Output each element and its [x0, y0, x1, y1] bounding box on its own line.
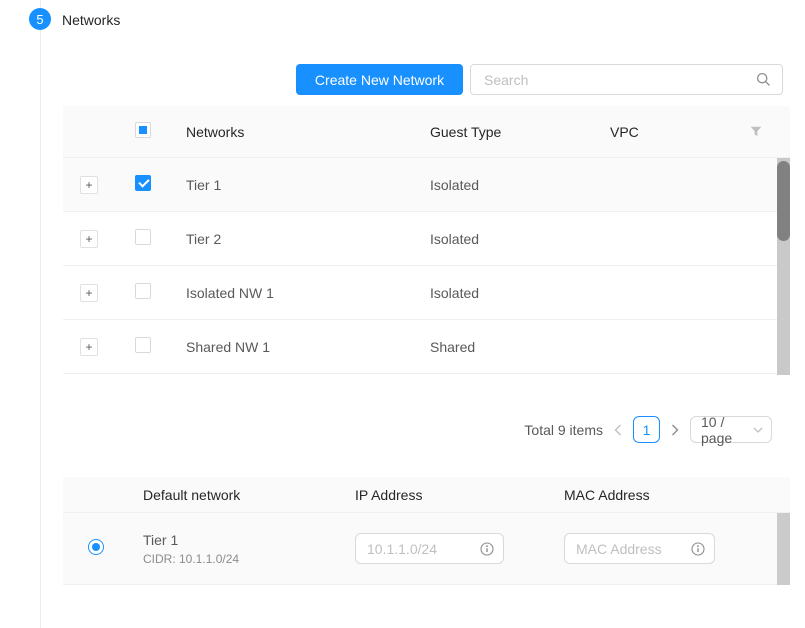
guest-type-cell: Isolated	[430, 177, 610, 193]
mac-address-field[interactable]	[564, 533, 715, 564]
chevron-down-icon	[753, 427, 763, 433]
step-connector-line	[40, 0, 41, 628]
column-header-networks: Networks	[186, 124, 430, 140]
row-checkbox[interactable]	[135, 337, 151, 353]
step-number-badge: 5	[29, 8, 51, 30]
default-network-table-header: Default network IP Address MAC Address	[63, 477, 790, 513]
pagination-next-button[interactable]	[668, 416, 682, 443]
page-size-select[interactable]: 10 / page	[690, 416, 772, 443]
chevron-right-icon	[671, 424, 679, 436]
networks-step-page: 5 Networks Create New Network Networks G…	[0, 0, 805, 628]
mac-address-input[interactable]	[574, 540, 687, 558]
info-icon[interactable]	[480, 542, 494, 556]
guest-type-cell: Shared	[430, 339, 610, 355]
networks-table-header: Networks Guest Type VPC	[63, 106, 790, 158]
column-header-vpc: VPC	[610, 124, 740, 140]
column-header-guest-type: Guest Type	[430, 124, 610, 140]
networks-table-scrollbar[interactable]	[777, 158, 790, 375]
pagination-total: Total 9 items	[524, 422, 603, 438]
row-checkbox[interactable]	[135, 175, 151, 191]
scrollbar-thumb[interactable]	[777, 161, 790, 241]
ip-address-input[interactable]	[365, 540, 476, 558]
networks-table: Networks Guest Type VPC + Tier 1 Isolate…	[63, 106, 790, 374]
create-new-network-button[interactable]: Create New Network	[296, 64, 463, 95]
default-network-name: Tier 1	[143, 532, 355, 548]
default-network-table-scrollbar[interactable]	[777, 513, 790, 585]
chevron-left-icon	[614, 424, 622, 436]
column-header-default-network: Default network	[143, 487, 355, 503]
default-network-radio[interactable]	[88, 539, 104, 555]
table-row: + Isolated NW 1 Isolated	[63, 266, 790, 320]
row-checkbox[interactable]	[135, 283, 151, 299]
step-title: Networks	[62, 12, 120, 28]
vpc-filter-trigger[interactable]	[740, 126, 790, 137]
network-name-cell: Shared NW 1	[186, 339, 430, 355]
filter-icon[interactable]	[750, 126, 762, 137]
pagination-prev-button[interactable]	[611, 416, 625, 443]
ip-address-field[interactable]	[355, 533, 504, 564]
default-network-table: Default network IP Address MAC Address T…	[63, 477, 790, 585]
expand-row-button[interactable]: +	[80, 176, 98, 194]
search-icon[interactable]	[756, 72, 771, 87]
default-network-cidr: CIDR: 10.1.1.0/24	[143, 552, 355, 566]
select-all-checkbox[interactable]	[135, 122, 151, 138]
guest-type-cell: Isolated	[430, 231, 610, 247]
pagination-page-1[interactable]: 1	[633, 416, 660, 443]
table-row: + Tier 1 Isolated	[63, 158, 790, 212]
search-box[interactable]	[470, 64, 783, 95]
info-icon[interactable]	[691, 542, 705, 556]
expand-row-button[interactable]: +	[80, 284, 98, 302]
column-header-mac-address: MAC Address	[564, 487, 790, 503]
guest-type-cell: Isolated	[430, 285, 610, 301]
row-checkbox[interactable]	[135, 229, 151, 245]
page-size-value: 10 / page	[701, 414, 753, 446]
expand-row-button[interactable]: +	[80, 338, 98, 356]
table-row: + Tier 2 Isolated	[63, 212, 790, 266]
network-name-cell: Tier 2	[186, 231, 430, 247]
network-name-cell: Tier 1	[186, 177, 430, 193]
default-network-row: Tier 1 CIDR: 10.1.1.0/24	[63, 513, 790, 585]
column-header-ip-address: IP Address	[355, 487, 564, 503]
search-input[interactable]	[482, 71, 756, 89]
table-row: + Shared NW 1 Shared	[63, 320, 790, 374]
pagination: Total 9 items 1 10 / page	[524, 416, 772, 443]
expand-row-button[interactable]: +	[80, 230, 98, 248]
network-name-cell: Isolated NW 1	[186, 285, 430, 301]
